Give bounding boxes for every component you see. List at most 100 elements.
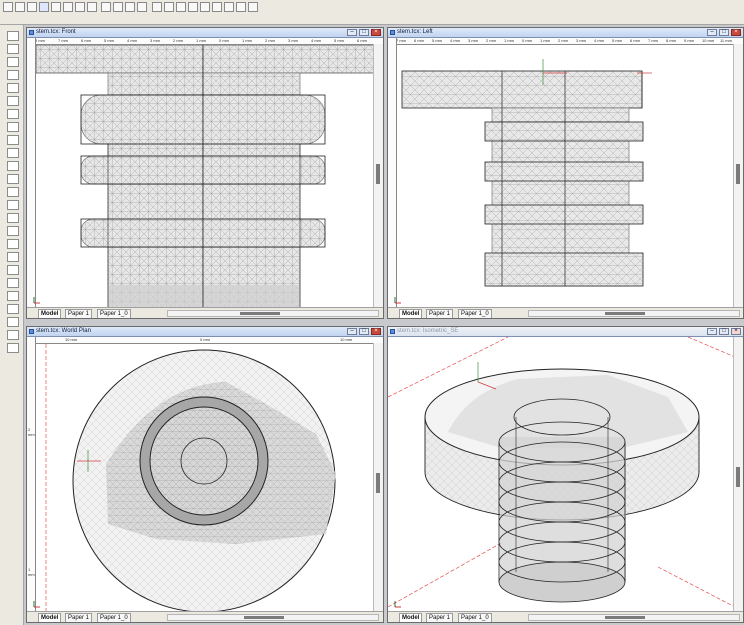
iso-horizontal-scrollbar[interactable] xyxy=(528,614,740,621)
plan-view-window[interactable]: stem.tcx: World Plan – □ × 10 mm 0 mm 10… xyxy=(26,326,384,623)
left-canvas[interactable] xyxy=(397,45,733,308)
cursor-tool-icon[interactable] xyxy=(152,2,162,12)
plan-canvas[interactable] xyxy=(36,344,373,614)
text-icon[interactable] xyxy=(7,135,19,145)
front-vertical-scrollbar[interactable] xyxy=(373,44,383,308)
plan-vscroll-thumb[interactable] xyxy=(376,473,380,493)
front-minimize-button[interactable]: – xyxy=(347,29,357,36)
spline-icon[interactable] xyxy=(7,109,19,119)
plan-vertical-scrollbar[interactable] xyxy=(373,343,383,612)
edit-icon[interactable] xyxy=(51,2,61,12)
tab-model[interactable]: Model xyxy=(38,613,62,622)
plan-close-button[interactable]: × xyxy=(371,328,381,335)
fit-icon[interactable] xyxy=(7,317,19,327)
grid-icon[interactable] xyxy=(7,239,19,249)
circle-icon[interactable] xyxy=(7,83,19,93)
pin-icon[interactable] xyxy=(7,265,19,275)
tab-paper-1[interactable]: Paper 1 xyxy=(426,613,454,622)
front-close-button[interactable]: × xyxy=(371,29,381,36)
iso-maximize-button[interactable]: □ xyxy=(719,328,729,335)
iso-minimize-button[interactable]: – xyxy=(707,328,717,335)
pan-icon[interactable] xyxy=(7,252,19,262)
left-minimize-button[interactable]: – xyxy=(707,29,717,36)
trim-icon[interactable] xyxy=(87,2,97,12)
iso-view-titlebar[interactable]: stem.tcx: Isometric_SE – □ × xyxy=(388,327,743,337)
plan-horizontal-scrollbar[interactable] xyxy=(167,614,379,621)
iso-hscroll-thumb[interactable] xyxy=(605,616,645,619)
tab-model[interactable]: Model xyxy=(399,613,423,622)
erase-icon[interactable] xyxy=(63,2,73,12)
left-hscroll-thumb[interactable] xyxy=(605,312,645,315)
front-view-titlebar[interactable]: stem.tcx: Front – □ × xyxy=(27,28,383,38)
settings-icon[interactable] xyxy=(7,291,19,301)
layer-icon[interactable] xyxy=(7,161,19,171)
sketch-icon[interactable] xyxy=(101,2,111,12)
zoom-icon[interactable] xyxy=(224,2,234,12)
plan-hscroll-thumb[interactable] xyxy=(244,616,284,619)
tab-paper-1-0[interactable]: Paper 1_0 xyxy=(458,613,492,622)
select-window-icon[interactable] xyxy=(7,44,19,54)
dimension-icon[interactable] xyxy=(7,148,19,158)
color-icon[interactable] xyxy=(7,330,19,340)
hatch-icon[interactable] xyxy=(7,187,19,197)
image-icon[interactable] xyxy=(7,343,19,353)
node-icon[interactable] xyxy=(7,122,19,132)
iso-tab-bar: Model Paper 1 Paper 1_0 xyxy=(388,611,743,622)
snap-icon[interactable] xyxy=(236,2,246,12)
scale-icon[interactable] xyxy=(137,2,147,12)
left-view-titlebar[interactable]: stem.tcx: Left – □ × xyxy=(388,28,743,38)
flag-icon[interactable] xyxy=(248,2,258,12)
tab-paper-1[interactable]: Paper 1 xyxy=(65,613,93,622)
tab-model[interactable]: Model xyxy=(399,309,423,318)
arc-icon[interactable] xyxy=(7,96,19,106)
brush-icon[interactable] xyxy=(200,2,210,12)
iso-canvas[interactable] xyxy=(388,337,735,612)
tab-paper-1-0[interactable]: Paper 1_0 xyxy=(458,309,492,318)
left-view-window[interactable]: stem.tcx: Left – □ × 7 mm 6 mm 5 mm 4 mm… xyxy=(387,27,744,319)
solid-icon[interactable] xyxy=(7,213,19,223)
iso-view-window[interactable]: stem.tcx: Isometric_SE – □ × Model Paper… xyxy=(387,326,744,623)
target-icon[interactable] xyxy=(164,2,174,12)
front-horizontal-scrollbar[interactable] xyxy=(167,310,379,317)
tab-paper-1-0[interactable]: Paper 1_0 xyxy=(97,309,131,318)
front-hscroll-thumb[interactable] xyxy=(240,312,280,315)
iso-close-button[interactable]: × xyxy=(731,328,741,335)
left-close-button[interactable]: × xyxy=(731,29,741,36)
fill-icon[interactable] xyxy=(7,278,19,288)
left-maximize-button[interactable]: □ xyxy=(719,29,729,36)
sphere-icon[interactable] xyxy=(7,200,19,210)
tab-paper-1-0[interactable]: Paper 1_0 xyxy=(97,613,131,622)
front-maximize-button[interactable]: □ xyxy=(359,29,369,36)
line-icon[interactable] xyxy=(7,57,19,67)
point-icon[interactable] xyxy=(3,2,13,12)
move-icon[interactable] xyxy=(39,2,49,12)
front-canvas[interactable] xyxy=(36,45,375,310)
iso-vertical-scrollbar[interactable] xyxy=(733,337,743,612)
tab-model[interactable]: Model xyxy=(38,309,62,318)
measure-icon[interactable] xyxy=(212,2,222,12)
plan-minimize-button[interactable]: – xyxy=(347,328,357,335)
pencil-icon[interactable] xyxy=(75,2,85,12)
orbit-icon[interactable] xyxy=(176,2,186,12)
iso-vscroll-thumb[interactable] xyxy=(736,467,740,487)
rectangle-icon[interactable] xyxy=(7,70,19,80)
plan-view-titlebar[interactable]: stem.tcx: World Plan – □ × xyxy=(27,327,383,337)
plan-maximize-button[interactable]: □ xyxy=(359,328,369,335)
curve-icon[interactable] xyxy=(27,2,37,12)
tab-paper-1[interactable]: Paper 1 xyxy=(65,309,93,318)
tab-paper-1[interactable]: Paper 1 xyxy=(426,309,454,318)
front-vscroll-thumb[interactable] xyxy=(376,164,380,184)
grip-icon[interactable] xyxy=(188,2,198,12)
left-horizontal-scrollbar[interactable] xyxy=(528,310,740,317)
mirror-icon[interactable] xyxy=(113,2,123,12)
left-vertical-scrollbar[interactable] xyxy=(733,44,743,308)
select-arrow-icon[interactable] xyxy=(7,31,19,41)
front-view-window[interactable]: stem.tcx: Front – □ × 8 mm 7 mm 6 mm 5 m… xyxy=(26,27,384,319)
zoom-extents-icon[interactable] xyxy=(7,304,19,314)
polyline-icon[interactable] xyxy=(15,2,25,12)
front-tab-bar: Model Paper 1 Paper 1_0 xyxy=(27,307,383,318)
extrude-icon[interactable] xyxy=(7,226,19,236)
paint-icon[interactable] xyxy=(7,174,19,184)
left-vscroll-thumb[interactable] xyxy=(736,164,740,184)
rotate-icon[interactable] xyxy=(125,2,135,12)
